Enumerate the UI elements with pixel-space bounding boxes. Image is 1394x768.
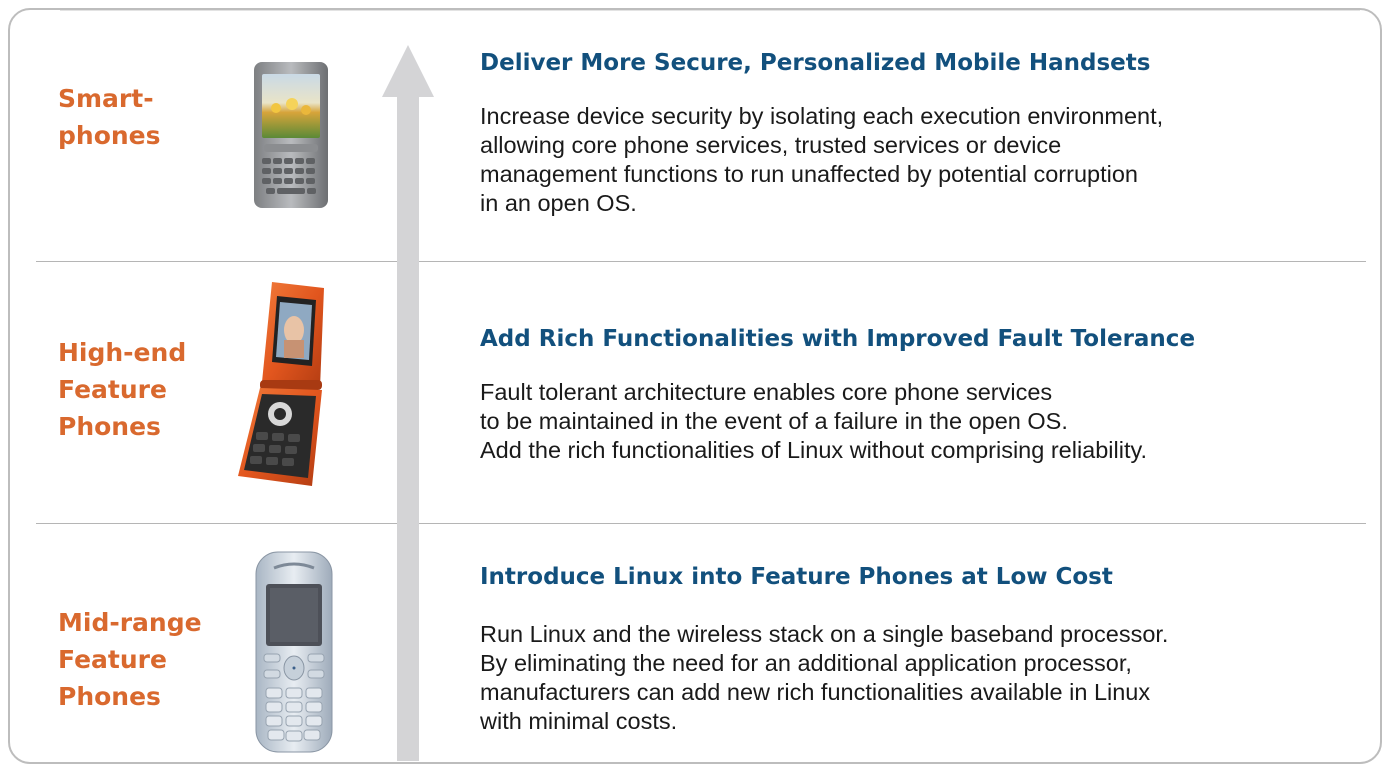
tier-description: Run Linux and the wireless stack on a si… (480, 620, 1360, 736)
tier-label-line: Feature (58, 645, 167, 674)
top-line (60, 10, 1360, 11)
tier-heading: Deliver More Secure, Personalized Mobile… (480, 50, 1151, 76)
flip-phone-icon (238, 282, 324, 486)
description-line: management functions to run unaffected b… (480, 161, 1138, 187)
description-line: Add the rich functionalities of Linux wi… (480, 437, 1148, 463)
description-line: Run Linux and the wireless stack on a si… (480, 621, 1169, 647)
tier-description: Fault tolerant architecture enables core… (480, 378, 1360, 465)
candybar-phone-icon (255, 551, 333, 753)
upward-arrow-icon (382, 45, 434, 761)
description-line: in an open OS. (480, 190, 637, 216)
tier-label-mid-range: Mid-range Feature Phones (58, 604, 202, 715)
description-line: Increase device security by isolating ea… (480, 103, 1164, 129)
tier-divider (36, 523, 1366, 524)
tier-label-high-end: High-end Feature Phones (58, 334, 186, 445)
tier-label-line: Mid-range (58, 608, 202, 637)
description-line: to be maintained in the event of a failu… (480, 408, 1068, 434)
smartphone-icon (254, 62, 328, 208)
tier-label-line: Feature (58, 375, 167, 404)
tier-label-line: Smart- (58, 84, 154, 113)
tier-label-line: phones (58, 121, 161, 150)
description-line: By eliminating the need for an additiona… (480, 650, 1132, 676)
description-line: manufacturers can add new rich functiona… (480, 679, 1151, 705)
description-line: with minimal costs. (480, 708, 678, 734)
tier-heading: Add Rich Functionalities with Improved F… (480, 326, 1196, 352)
tier-label-line: Phones (58, 412, 161, 441)
tier-heading: Introduce Linux into Feature Phones at L… (480, 564, 1113, 590)
description-line: Fault tolerant architecture enables core… (480, 379, 1053, 405)
description-line: allowing core phone services, trusted se… (480, 132, 1062, 158)
tier-label-smartphones: Smart- phones (58, 80, 161, 154)
tier-label-line: Phones (58, 682, 161, 711)
tier-label-line: High-end (58, 338, 187, 367)
tier-divider (36, 261, 1366, 262)
tier-description: Increase device security by isolating ea… (480, 102, 1360, 218)
